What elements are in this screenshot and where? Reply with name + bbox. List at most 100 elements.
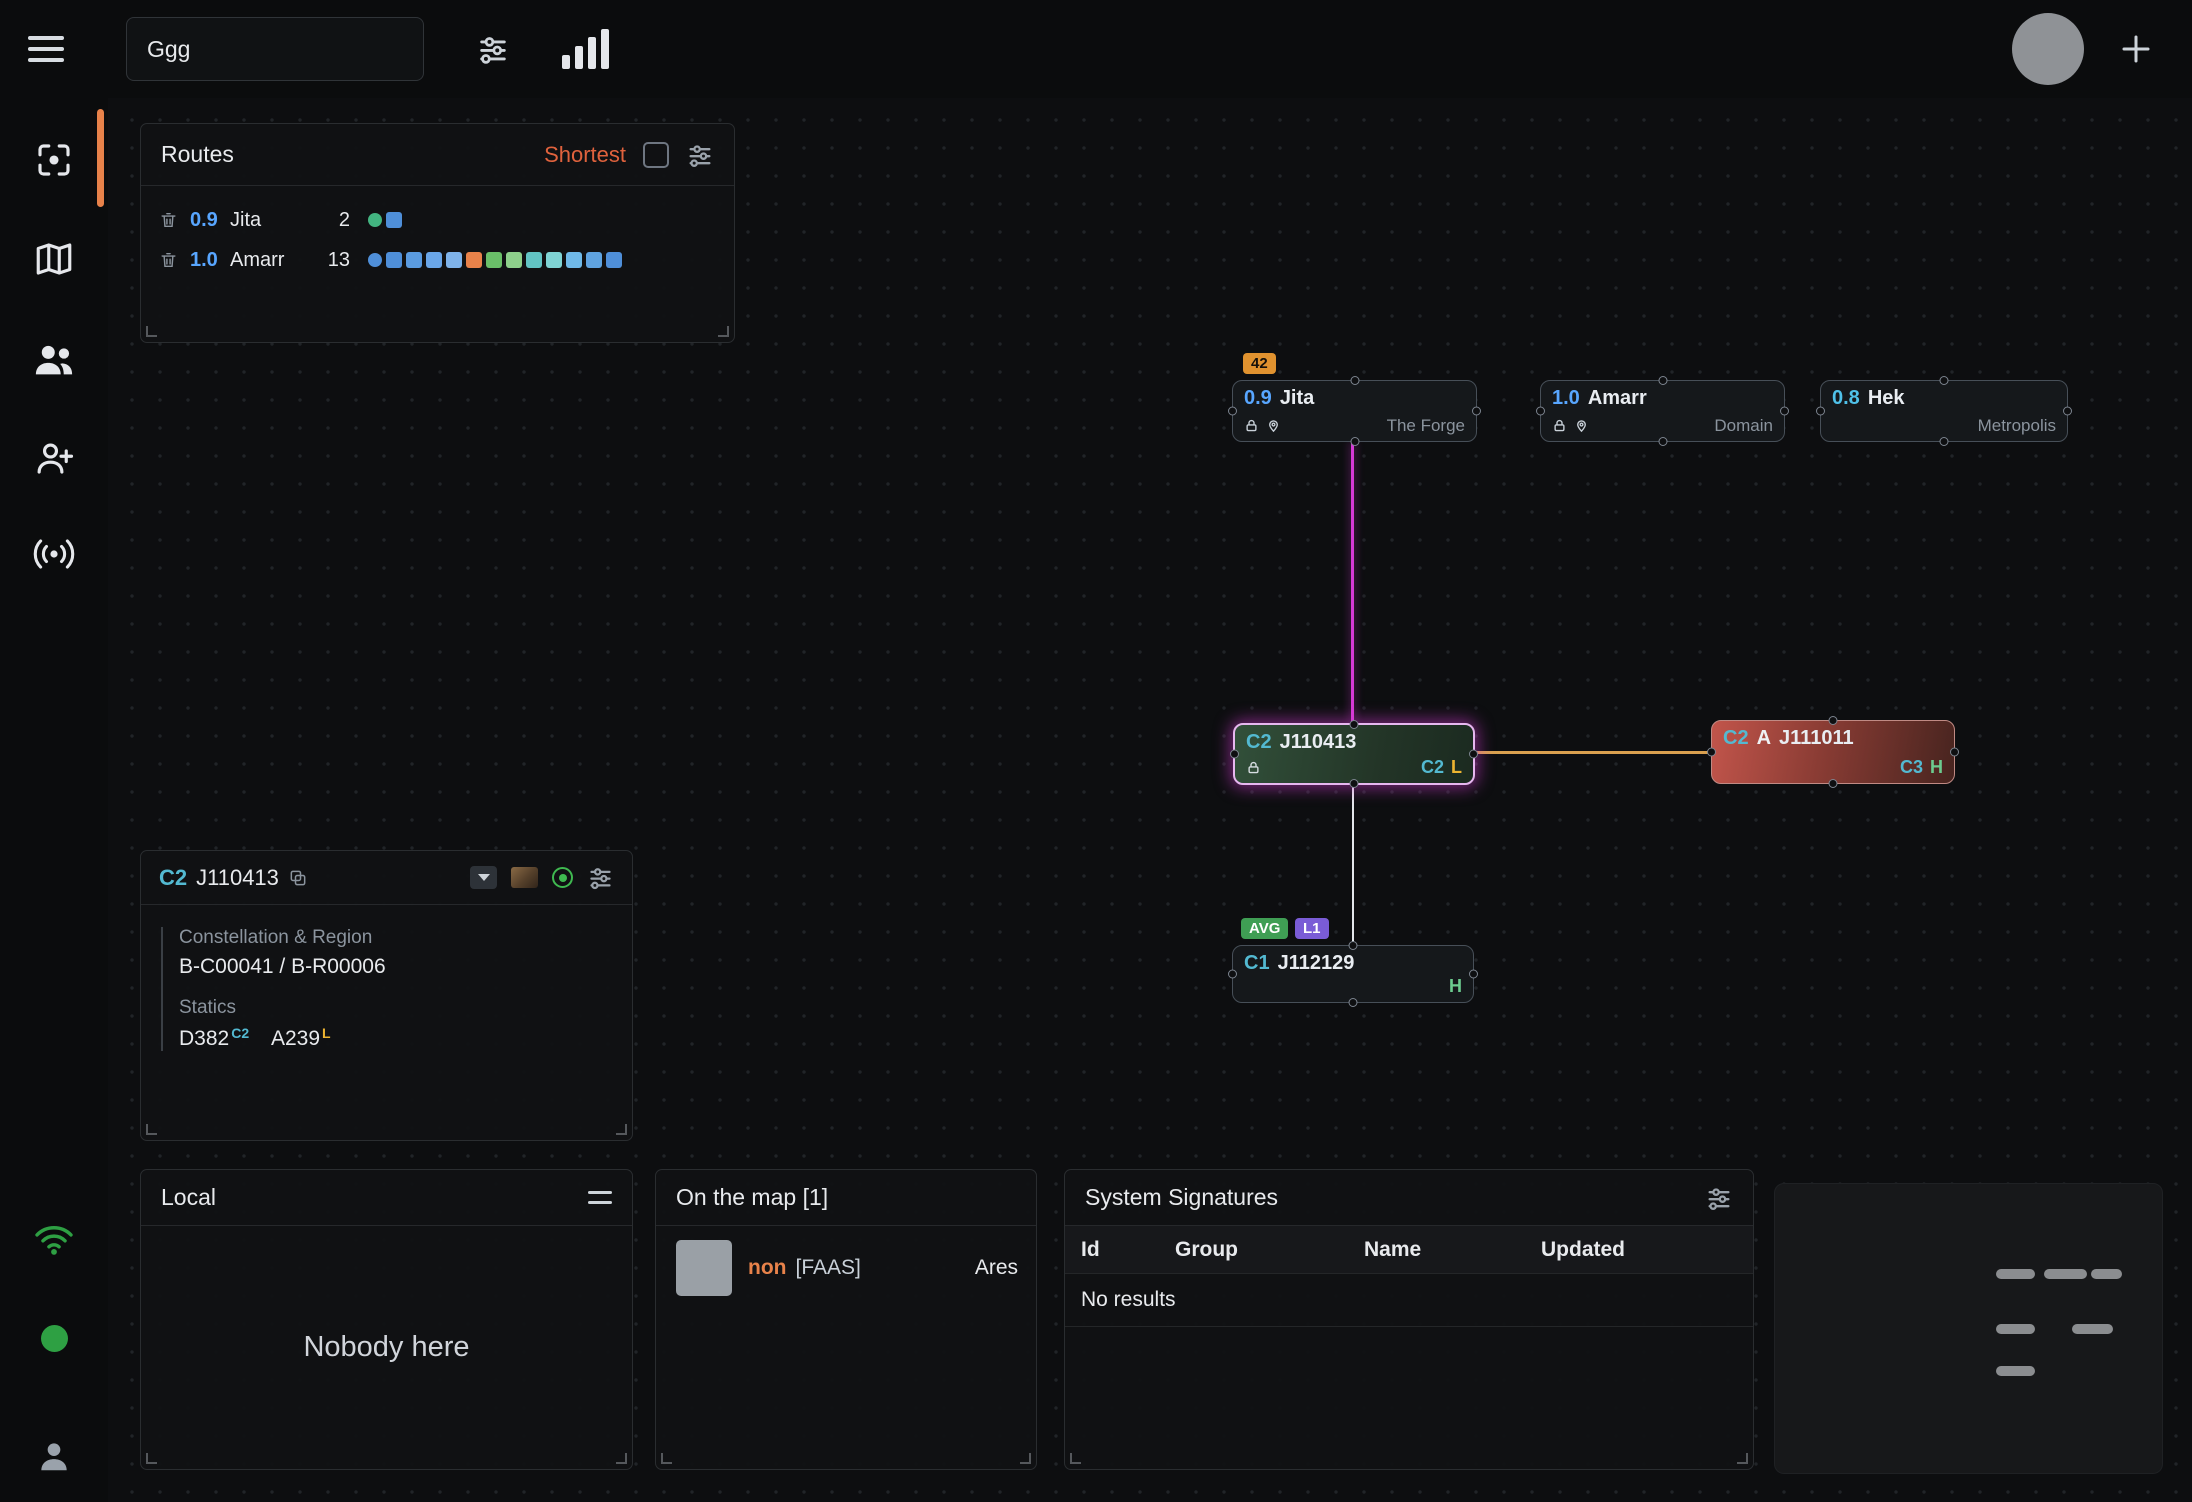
add-map-icon[interactable]	[2118, 31, 2154, 67]
sidebar-item-signals[interactable]	[0, 528, 108, 580]
routes-settings-icon[interactable]	[686, 141, 714, 169]
map-node-j110413[interactable]: C2 J110413 C2 L	[1233, 723, 1475, 785]
column-group[interactable]: Group	[1175, 1238, 1364, 1262]
minimap-panel[interactable]	[1774, 1183, 2163, 1474]
column-name[interactable]: Name	[1364, 1238, 1541, 1262]
resize-handle[interactable]	[1020, 1453, 1031, 1464]
connection-jita-j110413[interactable]	[1351, 442, 1354, 723]
local-list-icon[interactable]	[588, 1191, 612, 1204]
connection-j110413-j111011[interactable]	[1475, 751, 1711, 754]
connector-dot[interactable]	[1228, 970, 1237, 979]
region-name: Domain	[1714, 417, 1773, 434]
sidebar-item-characters[interactable]	[0, 334, 108, 386]
connector-dot[interactable]	[1350, 437, 1359, 446]
connector-dot[interactable]	[1780, 407, 1789, 416]
column-updated[interactable]: Updated	[1541, 1238, 1737, 1262]
resize-handle[interactable]	[661, 1453, 672, 1464]
route-row[interactable]: 1.0 Amarr 13	[159, 240, 716, 280]
system-thumbnail[interactable]	[511, 867, 538, 888]
connection-j110413-j112129[interactable]	[1352, 785, 1354, 945]
connector-dot[interactable]	[1940, 376, 1949, 385]
wormhole-class: C1	[1244, 952, 1270, 975]
copy-icon[interactable]	[288, 868, 308, 888]
menu-icon[interactable]	[28, 36, 64, 62]
map-node-j112129[interactable]: AVG L1 C1 J112129 H	[1232, 945, 1474, 1003]
routes-panel-header[interactable]: Routes Shortest	[141, 124, 734, 186]
connector-dot[interactable]	[1658, 437, 1667, 446]
lock-icon	[1552, 418, 1567, 433]
connector-dot[interactable]	[1658, 376, 1667, 385]
connector-dot[interactable]	[1536, 407, 1545, 416]
map-node-j111011[interactable]: C2 A J111011 C3 H	[1711, 720, 1955, 784]
connector-dot[interactable]	[1228, 407, 1237, 416]
route-segment	[466, 252, 482, 268]
shortest-label: Shortest	[544, 142, 626, 168]
sidebar-item-track-location[interactable]	[0, 134, 108, 186]
local-panel-header[interactable]: Local	[141, 1170, 632, 1226]
system-name: Hek	[1868, 387, 1905, 410]
connector-dot[interactable]	[1469, 970, 1478, 979]
route-destination[interactable]: Amarr	[230, 249, 312, 272]
delete-route-icon[interactable]	[159, 210, 178, 230]
connector-dot[interactable]	[1350, 720, 1359, 729]
sidebar-item-profile[interactable]	[0, 1430, 108, 1482]
pilot-name[interactable]: non	[748, 1256, 786, 1280]
connector-dot[interactable]	[1950, 748, 1959, 757]
connector-dot[interactable]	[1829, 716, 1838, 725]
connector-dot[interactable]	[1940, 437, 1949, 446]
connector-dot[interactable]	[1829, 779, 1838, 788]
on-the-map-header[interactable]: On the map [1]	[656, 1170, 1036, 1226]
connector-dot[interactable]	[1349, 941, 1358, 950]
filter-icon[interactable]	[476, 32, 510, 66]
column-id[interactable]: Id	[1081, 1238, 1175, 1262]
route-segment	[386, 252, 402, 268]
resize-handle[interactable]	[146, 1124, 157, 1135]
map-node-amarr[interactable]: 1.0 Amarr Domain	[1540, 380, 1785, 442]
resize-handle[interactable]	[146, 1453, 157, 1464]
user-avatar[interactable]	[2012, 13, 2084, 85]
stats-chart-icon[interactable]	[562, 29, 609, 69]
connector-dot[interactable]	[1349, 998, 1358, 1007]
security-status: 1.0	[1552, 387, 1580, 410]
map-node-hek[interactable]: 0.8 Hek Metropolis	[1820, 380, 2068, 442]
resize-handle[interactable]	[616, 1453, 627, 1464]
delete-route-icon[interactable]	[159, 250, 178, 270]
minimap-bar	[2044, 1269, 2087, 1279]
shortest-checkbox[interactable]	[643, 142, 669, 168]
connector-dot[interactable]	[1350, 376, 1359, 385]
connector-dot[interactable]	[1816, 407, 1825, 416]
system-name: Jita	[1280, 387, 1314, 410]
route-destination[interactable]: Jita	[230, 209, 312, 232]
expand-icon[interactable]	[470, 866, 497, 889]
map-node-jita[interactable]: 42 0.9 Jita The Forge	[1232, 380, 1477, 442]
map-name-input[interactable]	[126, 17, 424, 81]
pilot-row[interactable]: non [FAAS] Ares	[656, 1226, 1036, 1296]
system-info-header[interactable]: C2 J110413	[141, 851, 632, 905]
map-name-input-field[interactable]	[147, 36, 403, 63]
resize-handle[interactable]	[718, 326, 729, 337]
signatures-settings-icon[interactable]	[1705, 1184, 1733, 1212]
resize-handle[interactable]	[616, 1124, 627, 1135]
route-segment	[368, 253, 382, 267]
connector-dot[interactable]	[1469, 750, 1478, 759]
signatures-header[interactable]: System Signatures	[1065, 1170, 1753, 1226]
tracking-target-icon[interactable]	[552, 867, 573, 888]
connector-dot[interactable]	[1472, 407, 1481, 416]
resize-handle[interactable]	[1070, 1453, 1081, 1464]
connector-dot[interactable]	[1707, 748, 1716, 757]
resize-handle[interactable]	[146, 326, 157, 337]
wormhole-class: C2	[1723, 727, 1749, 750]
system-settings-icon[interactable]	[587, 864, 614, 891]
route-segment	[406, 252, 422, 268]
resize-handle[interactable]	[1737, 1453, 1748, 1464]
selected-system-name: J110413	[196, 865, 279, 891]
sidebar-item-add-character[interactable]	[0, 432, 108, 484]
static-security: L	[1451, 758, 1462, 776]
minimap-bar	[2091, 1269, 2122, 1279]
route-row[interactable]: 0.9 Jita 2	[159, 200, 716, 240]
connector-dot[interactable]	[1230, 750, 1239, 759]
sidebar-item-maps[interactable]	[0, 233, 108, 285]
connector-dot[interactable]	[2063, 407, 2072, 416]
focus-icon	[33, 139, 75, 181]
connector-dot[interactable]	[1350, 779, 1359, 788]
